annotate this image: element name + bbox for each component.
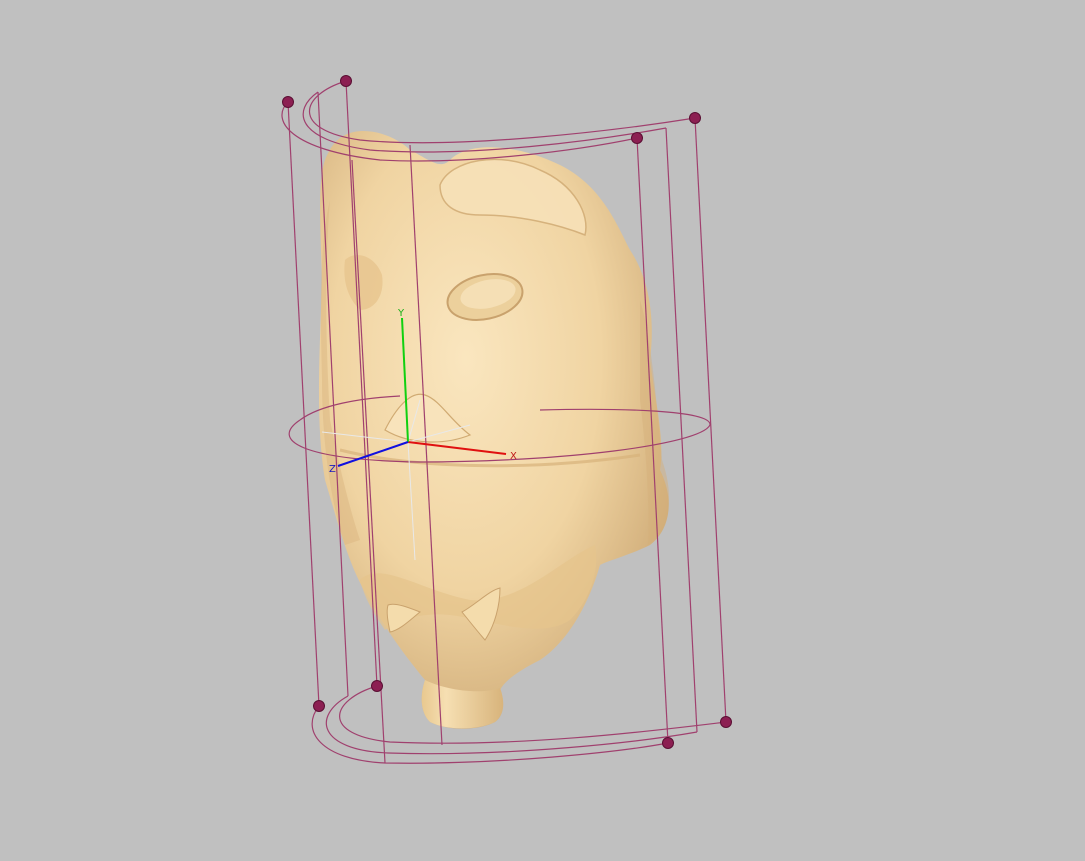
lattice-edge-1: [287, 101, 320, 707]
control-point[interactable]: [689, 112, 701, 124]
gizmo-z-label: Z: [329, 464, 336, 475]
mesh-body[interactable]: [318, 130, 669, 729]
lattice-edge-4: [694, 117, 727, 723]
control-point[interactable]: [340, 75, 352, 87]
control-point[interactable]: [720, 716, 732, 728]
control-point[interactable]: [371, 680, 383, 692]
control-point[interactable]: [313, 700, 325, 712]
gizmo-x-label: X: [510, 451, 517, 462]
control-point[interactable]: [282, 96, 294, 108]
lattice-edge-7: [665, 127, 698, 733]
3d-viewport[interactable]: X Y Z: [0, 0, 1085, 861]
gizmo-y-label: Y: [397, 308, 405, 319]
control-point[interactable]: [662, 737, 674, 749]
sculpt-mesh[interactable]: [318, 130, 670, 729]
control-point[interactable]: [631, 132, 643, 144]
lattice-top-front: [281, 101, 638, 162]
